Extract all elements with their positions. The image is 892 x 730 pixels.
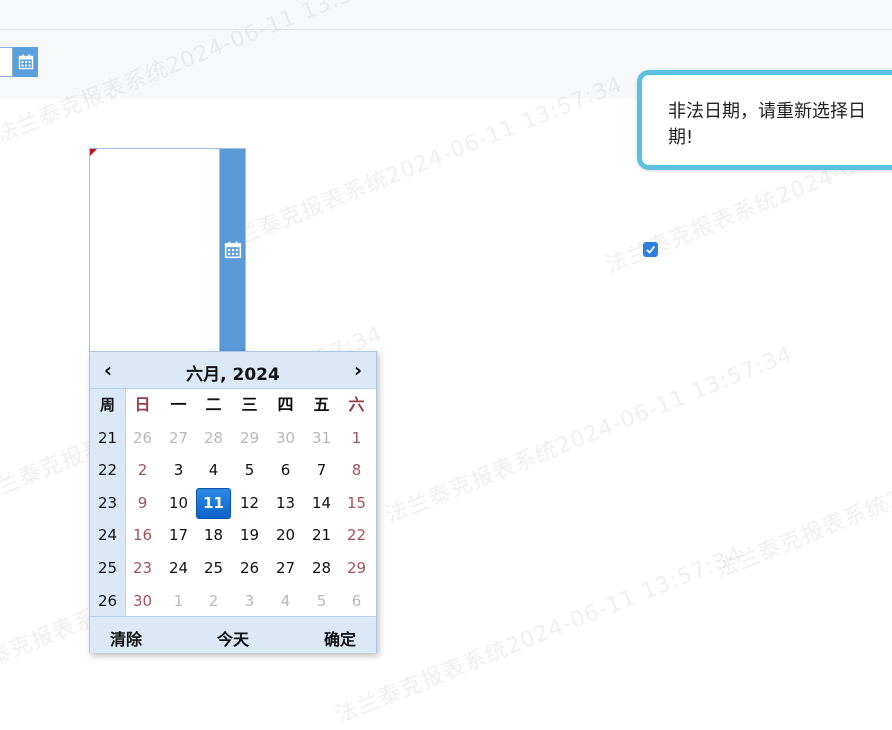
day-cell[interactable]: 27	[268, 552, 303, 584]
day-cell[interactable]: 10	[161, 487, 196, 519]
day-cell[interactable]: 25	[196, 552, 231, 584]
weekday-header: 一	[170, 395, 187, 414]
weekday-header: 日	[134, 395, 151, 414]
weekday-header: 四	[277, 395, 294, 414]
week-number: 21	[97, 428, 118, 447]
day-cell[interactable]: 31	[304, 422, 339, 454]
check-icon	[646, 245, 656, 254]
weekday-header: 二	[205, 395, 222, 414]
day-cell[interactable]: 27	[161, 422, 196, 454]
checkbox[interactable]	[643, 242, 658, 257]
day-cell[interactable]: 17	[161, 519, 196, 551]
cell-error-marker	[90, 149, 97, 156]
day-cell[interactable]: 24	[161, 552, 196, 584]
day-cell[interactable]: 29	[232, 422, 267, 454]
day-cell[interactable]: 5	[232, 454, 267, 486]
calendar-icon	[224, 241, 241, 259]
day-cell[interactable]: 6	[339, 585, 374, 617]
day-cell[interactable]: 22	[339, 519, 374, 551]
day-cell[interactable]: 28	[304, 552, 339, 584]
day-cell[interactable]: 20	[268, 519, 303, 551]
day-cell[interactable]: 4	[196, 454, 231, 486]
day-cell[interactable]: 1	[339, 422, 374, 454]
day-cell[interactable]: 18	[196, 519, 231, 551]
weekday-header: 三	[241, 395, 258, 414]
day-cell[interactable]: 3	[232, 585, 267, 617]
day-cell[interactable]: 28	[196, 422, 231, 454]
day-cell[interactable]: 26	[125, 422, 160, 454]
report-date-cell[interactable]	[89, 148, 220, 352]
day-cell[interactable]: 21	[304, 519, 339, 551]
day-cell[interactable]: 9	[125, 487, 160, 519]
day-cell[interactable]: 7	[304, 454, 339, 486]
day-cell[interactable]: 2	[125, 454, 160, 486]
calendar-icon	[18, 54, 33, 70]
date-picker-footer: 清除 今天 确定	[90, 616, 376, 653]
cell-calendar-button[interactable]	[220, 148, 246, 352]
error-message: 非法日期，请重新选择日期!	[668, 101, 866, 148]
clear-button[interactable]: 清除	[110, 626, 142, 650]
day-cell[interactable]: 14	[304, 487, 339, 519]
day-cell[interactable]: 12	[232, 487, 267, 519]
watermark: 法兰泰克报表系统2024-06-11 13:57:34	[712, 397, 892, 584]
day-cell[interactable]: 4	[268, 585, 303, 617]
day-cell[interactable]: 23	[125, 552, 160, 584]
weekday-header: 五	[313, 395, 330, 414]
confirm-button[interactable]: 确定	[324, 626, 356, 650]
next-month-button[interactable]: ›	[346, 358, 370, 382]
top-date-input[interactable]	[0, 47, 13, 77]
day-cell[interactable]: 5	[304, 585, 339, 617]
day-cell[interactable]: 30	[125, 585, 160, 617]
date-picker-header: ‹ 六月, 2024 ›	[90, 352, 376, 389]
day-cell[interactable]: 8	[339, 454, 374, 486]
weekday-header: 六	[348, 395, 365, 414]
day-cell[interactable]: 19	[232, 519, 267, 551]
day-cell[interactable]: 13	[268, 487, 303, 519]
top-bar	[0, 0, 892, 30]
week-header: 周	[99, 396, 115, 414]
day-cell[interactable]: 15	[339, 487, 374, 519]
watermark: 法兰泰克报表系统2024-06-11 13:57:34	[332, 541, 747, 729]
prev-month-button[interactable]: ‹	[96, 358, 120, 382]
week-number: 26	[97, 591, 118, 610]
month-title[interactable]: 六月, 2024	[130, 360, 336, 385]
day-cell[interactable]: 30	[268, 422, 303, 454]
day-cell[interactable]: 16	[125, 519, 160, 551]
day-cell[interactable]: 29	[339, 552, 374, 584]
week-number: 23	[97, 493, 118, 512]
top-calendar-button[interactable]	[13, 47, 38, 77]
error-tooltip: 非法日期，请重新选择日期!	[637, 70, 892, 170]
selected-day[interactable]: 11	[196, 487, 231, 519]
week-number: 24	[97, 526, 118, 545]
week-number: 22	[97, 461, 118, 480]
day-cell[interactable]: 2	[196, 585, 231, 617]
watermark: 法兰泰克报表系统2024-06-11 13:57:34	[382, 341, 797, 529]
today-button[interactable]: 今天	[217, 626, 249, 650]
day-cell[interactable]: 26	[232, 552, 267, 584]
day-cell[interactable]: 6	[268, 454, 303, 486]
day-cell[interactable]: 3	[161, 454, 196, 486]
week-number: 25	[97, 559, 118, 577]
date-picker: ‹ 六月, 2024 › 清除 今天 确定 周日一二三四五六 21 26 27 28 29…	[89, 351, 377, 653]
day-cell[interactable]: 1	[161, 585, 196, 617]
